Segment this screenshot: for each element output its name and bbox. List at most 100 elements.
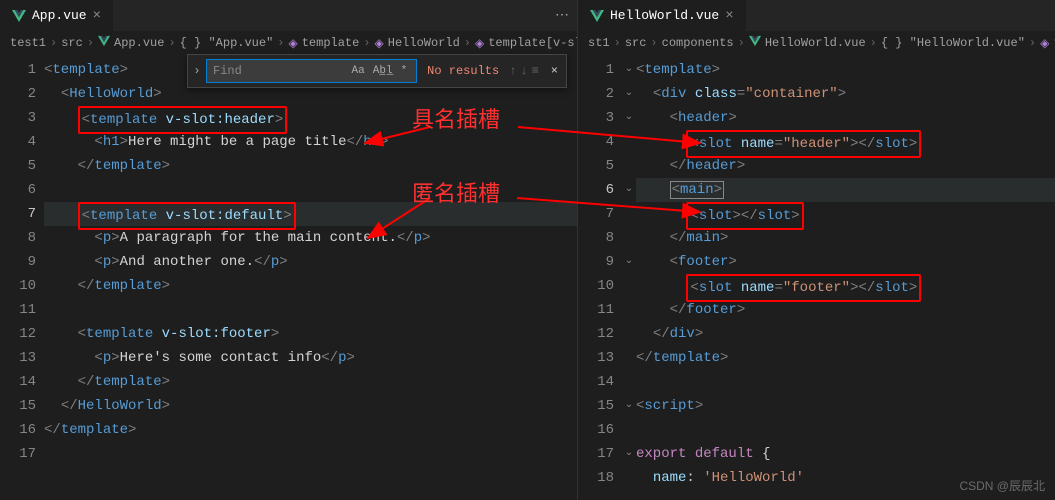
fold-toggle[interactable]: ⌄ — [622, 82, 636, 106]
editor-left[interactable]: 1234567891011121314151617 具名插槽 匿名插槽 <tem… — [0, 54, 577, 500]
code-line[interactable]: export default { — [636, 442, 1055, 466]
line-number: 5 — [0, 154, 44, 178]
breadcrumb-item[interactable]: ◈template[v-slot:default] — [475, 36, 577, 51]
breadcrumb-item[interactable]: ◈HelloWorld — [375, 36, 460, 51]
code-line[interactable]: </main> — [636, 226, 1055, 250]
fold-toggle — [622, 298, 636, 322]
find-nav: ↑ ↓ ≡ — [505, 64, 543, 78]
fold-toggle[interactable]: ⌄ — [622, 394, 636, 418]
code-line[interactable]: <slot></slot> — [636, 202, 1055, 226]
code-line[interactable]: <footer> — [636, 250, 1055, 274]
code-line[interactable]: <p>A paragraph for the main content.</p> — [44, 226, 577, 250]
breadcrumb-item[interactable]: App.vue — [98, 35, 164, 51]
code-line[interactable]: </template> — [44, 274, 577, 298]
line-number: 12 — [578, 322, 622, 346]
code-line[interactable]: </template> — [636, 346, 1055, 370]
tab-actions[interactable]: ⋯ — [555, 0, 577, 31]
code-line[interactable]: <template v-slot:footer> — [44, 322, 577, 346]
code-line[interactable] — [636, 370, 1055, 394]
line-number: 3 — [578, 106, 622, 130]
breadcrumb-left[interactable]: test1›src›App.vue›{ } "App.vue"›◈templat… — [0, 32, 577, 54]
line-number: 7 — [0, 202, 44, 226]
whole-word-toggle[interactable]: Ab̲l̲ — [370, 64, 396, 78]
code-line[interactable] — [636, 418, 1055, 442]
breadcrumb-item[interactable]: st1 — [588, 36, 610, 50]
tab-bar-left: App.vue × ⋯ — [0, 0, 577, 32]
breadcrumb-item[interactable]: src — [625, 36, 647, 50]
find-next-icon[interactable]: ↓ — [520, 64, 527, 78]
fold-toggle[interactable]: ⌄ — [622, 178, 636, 202]
fold-toggle[interactable]: ⌄ — [622, 442, 636, 466]
code-line[interactable] — [44, 298, 577, 322]
annotation-anon-slot: 匿名插槽 — [412, 176, 500, 208]
fold-toggle — [622, 154, 636, 178]
code-line[interactable]: <main> — [636, 178, 1055, 202]
fold-column[interactable]: ⌄⌄⌄⌄⌄⌄⌄ — [622, 54, 636, 500]
code-line[interactable]: </HelloWorld> — [44, 394, 577, 418]
code-line[interactable]: <script> — [636, 394, 1055, 418]
code-line[interactable]: <p>Here's some contact info</p> — [44, 346, 577, 370]
code-line[interactable]: <template> — [636, 58, 1055, 82]
line-number: 11 — [0, 298, 44, 322]
editor-right[interactable]: 123456789101112131415161718 ⌄⌄⌄⌄⌄⌄⌄ <tem… — [578, 54, 1055, 500]
line-gutter: 123456789101112131415161718 — [578, 54, 622, 500]
breadcrumb-item[interactable]: { } "HelloWorld.vue" — [881, 36, 1025, 50]
code-line[interactable]: <p>And another one.</p> — [44, 250, 577, 274]
line-number: 9 — [0, 250, 44, 274]
tab-app-vue[interactable]: App.vue × — [0, 0, 113, 31]
line-number: 4 — [578, 130, 622, 154]
line-number: 15 — [578, 394, 622, 418]
breadcrumb-icon: ◈ — [288, 36, 297, 51]
breadcrumb-icon: ◈ — [375, 36, 384, 51]
breadcrumb-item[interactable]: test1 — [10, 36, 46, 50]
find-widget[interactable]: › Find Aa Ab̲l̲ * No results ↑ ↓ ≡ × — [187, 54, 567, 88]
regex-toggle[interactable]: * — [398, 64, 411, 78]
line-number: 13 — [578, 346, 622, 370]
code-line[interactable]: </template> — [44, 154, 577, 178]
code-line[interactable]: </template> — [44, 370, 577, 394]
fold-toggle — [622, 322, 636, 346]
fold-toggle[interactable]: ⌄ — [622, 106, 636, 130]
tab-close-icon[interactable]: × — [93, 8, 101, 24]
line-number: 2 — [578, 82, 622, 106]
line-number: 7 — [578, 202, 622, 226]
find-input[interactable]: Find Aa Ab̲l̲ * — [206, 59, 417, 83]
breadcrumb-item[interactable]: components — [662, 36, 734, 50]
find-selection-icon[interactable]: ≡ — [532, 64, 539, 78]
breadcrumb-item[interactable]: { } "App.vue" — [180, 36, 274, 50]
fold-toggle[interactable]: ⌄ — [622, 250, 636, 274]
code-line[interactable]: <slot name="header"></slot> — [636, 130, 1055, 154]
breadcrumb-icon — [98, 35, 110, 51]
code-area[interactable]: <template> <div class="container"> <head… — [636, 54, 1055, 500]
fold-toggle[interactable]: ⌄ — [622, 58, 636, 82]
code-line[interactable]: <slot name="footer"></slot> — [636, 274, 1055, 298]
more-icon[interactable]: ⋯ — [555, 7, 569, 24]
watermark: CSDN @辰辰北 — [959, 477, 1045, 494]
line-number: 10 — [578, 274, 622, 298]
breadcrumb-right[interactable]: st1›src›components›HelloWorld.vue›{ } "H… — [578, 32, 1055, 54]
fold-toggle — [622, 130, 636, 154]
tab-helloworld-vue[interactable]: HelloWorld.vue × — [578, 0, 746, 31]
find-expand-handle[interactable]: › — [188, 64, 206, 78]
code-line[interactable]: </template> — [44, 418, 577, 442]
line-number: 14 — [0, 370, 44, 394]
breadcrumb-item[interactable]: ◈template — [1040, 36, 1055, 51]
code-line[interactable]: <header> — [636, 106, 1055, 130]
code-area[interactable]: 具名插槽 匿名插槽 <template> <HelloWorld> <templ… — [44, 54, 577, 500]
breadcrumb-item[interactable]: HelloWorld.vue — [749, 35, 866, 51]
find-result-count: No results — [421, 64, 505, 78]
find-prev-icon[interactable]: ↑ — [509, 64, 516, 78]
line-number: 3 — [0, 106, 44, 130]
breadcrumb-item[interactable]: src — [61, 36, 83, 50]
line-number: 5 — [578, 154, 622, 178]
tab-close-icon[interactable]: × — [725, 8, 733, 24]
code-line[interactable]: <div class="container"> — [636, 82, 1055, 106]
match-case-toggle[interactable]: Aa — [349, 64, 368, 78]
line-number: 11 — [578, 298, 622, 322]
code-line[interactable]: </div> — [636, 322, 1055, 346]
code-line[interactable] — [44, 442, 577, 466]
find-close-icon[interactable]: × — [543, 64, 566, 78]
breadcrumb-item[interactable]: ◈template — [288, 36, 359, 51]
tab-bar-right: HelloWorld.vue × — [578, 0, 1055, 32]
fold-toggle — [622, 202, 636, 226]
